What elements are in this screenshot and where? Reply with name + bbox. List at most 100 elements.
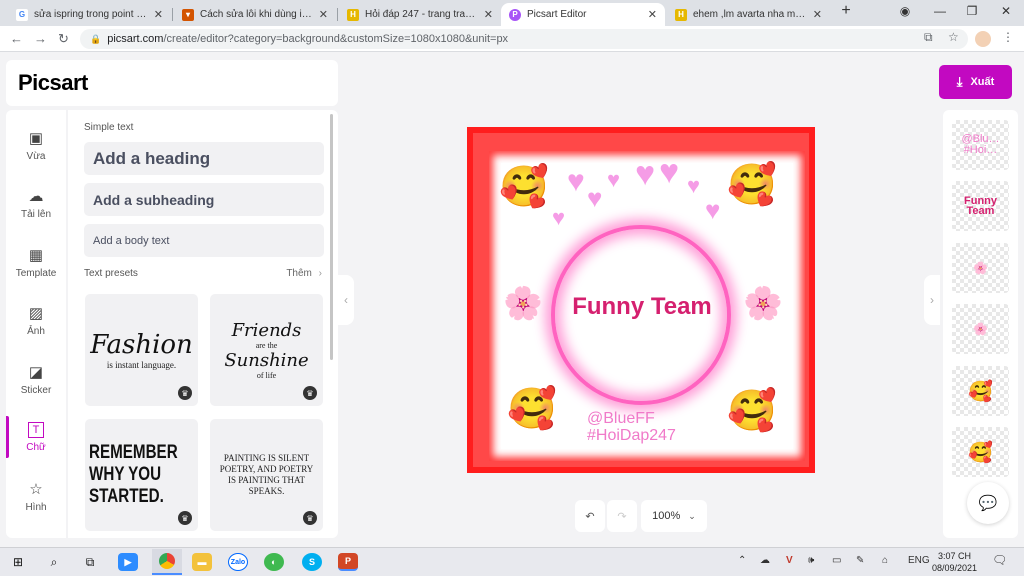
heart-sticker[interactable]: ♥ — [687, 175, 700, 197]
reload-icon[interactable]: ↻ — [58, 31, 69, 47]
browser-tab-4-active[interactable]: P Picsart Editor ✕ — [501, 3, 665, 26]
more-presets-link[interactable]: Thêm › — [286, 268, 322, 279]
file-explorer-icon[interactable]: ▬ — [192, 553, 212, 571]
browser-tab-2[interactable]: ▾ Cách sửa lỗi khi dùng iSpring ✕ — [174, 3, 336, 26]
battery-icon[interactable]: ▭ — [832, 555, 841, 566]
layer-thumbnail[interactable]: 🌸 — [952, 304, 1009, 354]
help-chat-button[interactable]: 💬 — [967, 482, 1009, 524]
add-body-text-button[interactable]: Add a body text — [84, 224, 324, 257]
rail-item-text[interactable]: T Chữ — [6, 408, 66, 466]
tray-chevron-icon[interactable]: ⌃ — [738, 555, 746, 566]
heart-sticker[interactable]: ♥ — [587, 185, 602, 211]
heart-sticker[interactable]: ♥ — [635, 157, 655, 191]
smiling-angel-emoji-icon[interactable]: 🥰 — [499, 167, 549, 207]
language-indicator[interactable]: ENG — [908, 555, 930, 566]
star-icon[interactable]: ☆ — [948, 30, 959, 44]
close-icon[interactable]: ✕ — [813, 8, 822, 21]
network-icon[interactable]: ⌂ — [882, 555, 888, 566]
new-tab-button[interactable]: + — [836, 2, 856, 20]
close-icon[interactable]: ✕ — [648, 8, 657, 21]
skype-icon[interactable]: S — [302, 553, 322, 571]
smiling-angel-emoji-icon[interactable]: 🥰 — [727, 165, 777, 205]
rail-item-label: Sticker — [20, 384, 52, 396]
rail-item-shape[interactable]: ☆ Hình — [6, 467, 66, 525]
add-subheading-button[interactable]: Add a subheading — [84, 183, 324, 216]
preset-fashion[interactable]: Fashion is instant language. ♛ — [85, 294, 198, 406]
powerpoint-icon[interactable]: P — [338, 553, 358, 571]
canvas-title-text[interactable]: Funny Team — [537, 293, 747, 321]
zalo-icon[interactable]: Zalo — [228, 553, 248, 571]
browser-tab-3[interactable]: H Hỏi đáp 247 - trang tra lời ✕ — [339, 3, 501, 26]
rail-item-image[interactable]: ▨ Ảnh — [6, 291, 66, 349]
translate-icon[interactable]: ⧉ — [924, 30, 933, 45]
restore-icon[interactable]: ❐ — [962, 4, 982, 18]
volume-icon[interactable]: 🕪 — [808, 555, 814, 566]
browser-tab-5[interactable]: H ehem ,lm avarta nha mn , nh ✕ — [667, 3, 830, 26]
minimize-icon[interactable]: — — [930, 4, 950, 18]
close-icon[interactable]: ✕ — [319, 8, 328, 21]
heart-sticker[interactable]: ♥ — [567, 167, 585, 197]
chrome-taskbar-button[interactable] — [152, 549, 182, 575]
undo-button[interactable]: ↶ — [575, 500, 605, 532]
export-button[interactable]: ⤓ Xuất — [939, 65, 1012, 99]
rail-item-upload[interactable]: ☁ Tải lên — [6, 174, 66, 232]
notification-icon[interactable]: 🗨 — [992, 553, 1007, 567]
back-icon[interactable]: ← — [10, 31, 23, 46]
sticker-icon: ◪ — [28, 363, 44, 381]
rail-item-template[interactable]: ▦ Template — [6, 233, 66, 291]
coccoc-icon[interactable]: ◐ — [264, 553, 284, 571]
menu-icon[interactable]: ⋮ — [1002, 30, 1014, 44]
zoom-value: 100% — [652, 510, 681, 522]
close-icon[interactable]: ✕ — [484, 8, 493, 21]
rail-item-sticker[interactable]: ◪ Sticker — [6, 350, 66, 408]
redo-button[interactable]: ↷ — [607, 500, 637, 532]
smiling-angel-emoji-icon[interactable]: 🥰 — [727, 391, 777, 431]
search-icon[interactable]: ⌕ — [44, 553, 64, 571]
preset-painting[interactable]: PAINTING IS SILENT POETRY, AND POETRY IS… — [210, 419, 323, 531]
preset-line: Fashion — [90, 330, 193, 360]
layer-thumbnail[interactable]: @Blu… #Hoi… — [952, 120, 1009, 170]
layer-thumbnail[interactable]: 🌸 — [952, 243, 1009, 293]
pen-icon[interactable]: ✎ — [856, 555, 864, 566]
address-bar[interactable]: 🔒 picsart.com/create/editor?category=bac… — [80, 29, 968, 49]
heart-sticker[interactable]: ♥ — [552, 207, 565, 229]
onedrive-icon[interactable]: ☁ — [760, 555, 770, 566]
smiling-angel-emoji-icon[interactable]: 🥰 — [507, 389, 557, 429]
shield-icon: ▾ — [182, 8, 194, 21]
preset-remember[interactable]: REMEMBER WHY YOU STARTED. ♛ — [85, 419, 198, 531]
heart-sticker[interactable]: ♥ — [705, 197, 720, 223]
heart-sticker[interactable]: ♥ — [659, 155, 679, 189]
preset-line: are the — [255, 341, 278, 350]
close-icon[interactable]: ✕ — [154, 8, 163, 21]
cherry-blossom-icon: 🌸 — [973, 322, 988, 336]
browser-tab-1[interactable]: G sửa ispring trong point đuôi p ✕ — [8, 3, 171, 26]
system-clock[interactable]: 3:07 CH 08/09/2021 — [932, 550, 977, 574]
antivirus-icon[interactable]: V — [786, 555, 793, 566]
layer-thumbnail[interactable]: 🥰 — [952, 427, 1009, 477]
picsart-logo[interactable]: Picsart — [18, 70, 88, 96]
expand-layers-button[interactable]: › — [924, 275, 940, 325]
chrome-icon — [159, 553, 175, 569]
close-window-icon[interactable]: ✕ — [996, 4, 1016, 18]
zoom-app-icon[interactable]: ▶ — [118, 553, 138, 571]
task-view-icon[interactable]: ⧉ — [80, 553, 100, 571]
windows-start-icon[interactable]: ⊞ — [8, 553, 28, 571]
zoom-dropdown[interactable]: 100% ⌄ — [641, 500, 707, 532]
cherry-blossom-icon[interactable]: 🌸 — [743, 287, 783, 319]
design-canvas[interactable]: ♥ ♥ ♥ ♥ ♥ ♥ ♥ ♥ Funny Team 🥰 🥰 🥰 🥰 🌸 🌸 @… — [467, 127, 815, 473]
layers-panel: @Blu… #Hoi… Funny Team 🌸 🌸 🥰 🥰 — [943, 110, 1018, 538]
layer-thumbnail[interactable]: Funny Team — [952, 181, 1009, 231]
heart-sticker[interactable]: ♥ — [607, 169, 620, 191]
canvas-credit-text[interactable]: @BlueFF #HoiDap247 — [587, 410, 676, 445]
logo-bar: Picsart — [6, 60, 338, 106]
forward-icon[interactable]: → — [34, 31, 47, 46]
tab-search-icon[interactable]: ◉ — [895, 4, 915, 18]
layer-thumbnail[interactable]: 🥰 — [952, 366, 1009, 416]
preset-friends[interactable]: Friends are the Sunshine of life ♛ — [210, 294, 323, 406]
add-heading-button[interactable]: Add a heading — [84, 142, 324, 175]
profile-avatar[interactable] — [975, 31, 991, 47]
rail-item-fit[interactable]: ▣ Vừa — [6, 116, 66, 174]
cherry-blossom-icon[interactable]: 🌸 — [503, 287, 543, 319]
panel-scrollbar[interactable] — [330, 114, 333, 360]
collapse-panel-button[interactable]: ‹ — [338, 275, 354, 325]
